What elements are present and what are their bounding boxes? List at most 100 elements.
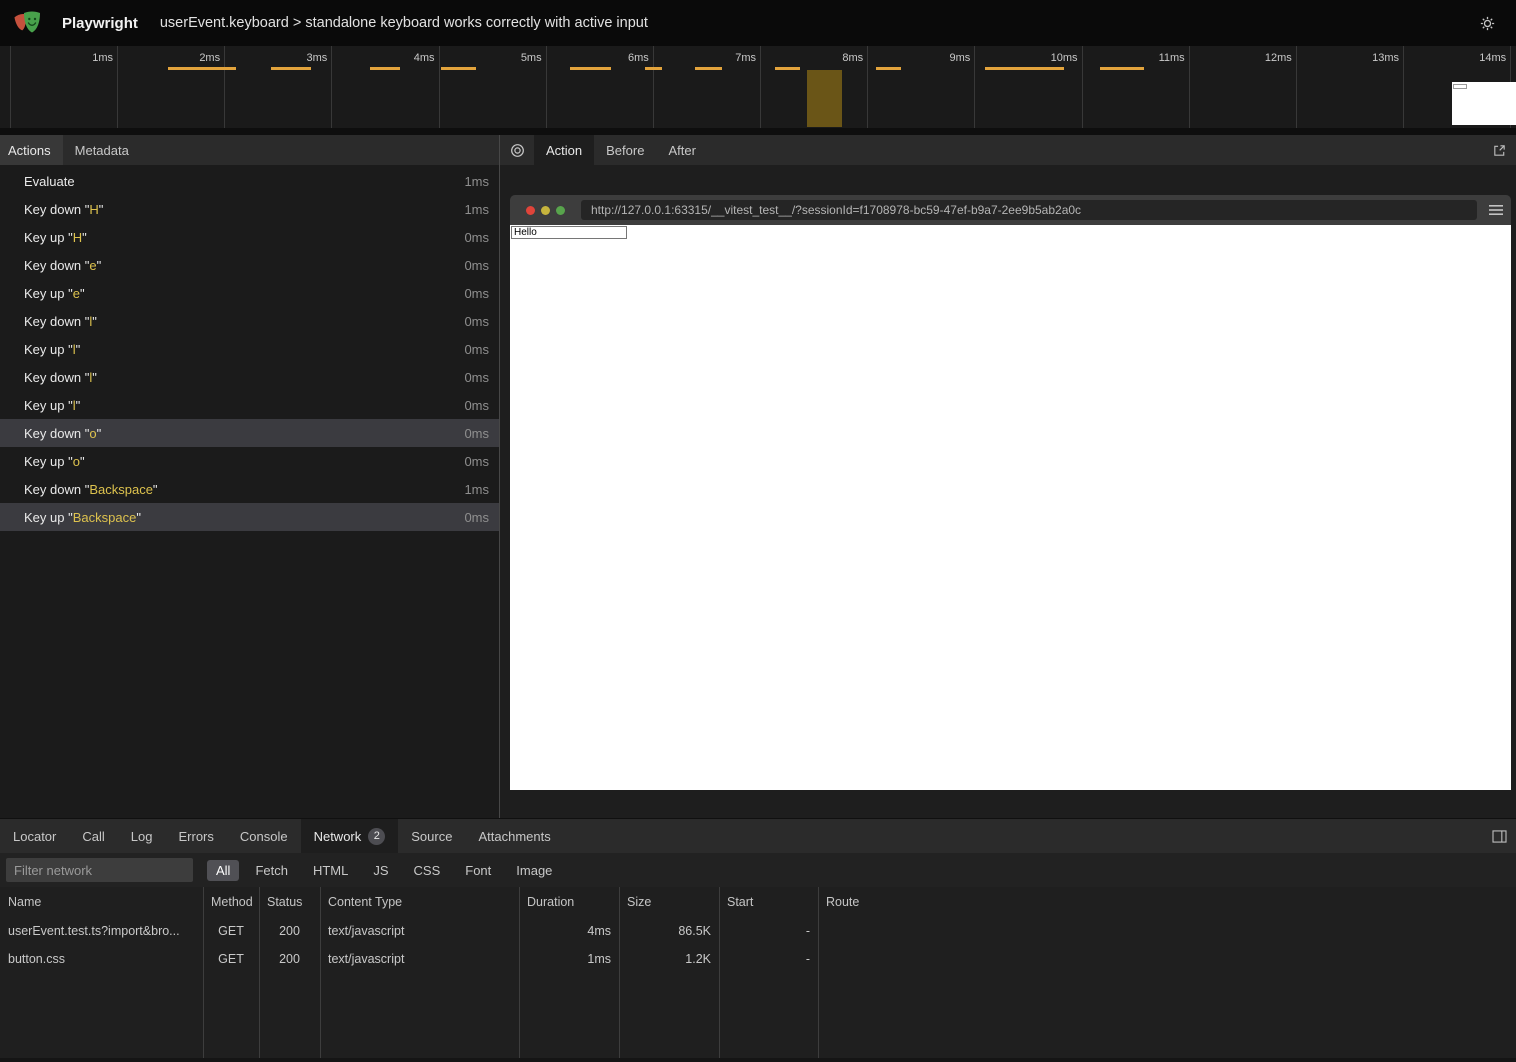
filter-chip-all[interactable]: All — [207, 860, 239, 881]
tab-label: Log — [131, 829, 153, 844]
action-key-value: H — [89, 202, 98, 217]
filter-chip-js[interactable]: JS — [364, 860, 397, 881]
timeline-tick-label: 14ms — [1446, 52, 1506, 64]
tab-network[interactable]: Network2 — [301, 819, 399, 853]
timeline-tick-label: 3ms — [267, 52, 327, 64]
cell-content-type: text/javascript — [320, 952, 519, 966]
cell-content-type: text/javascript — [320, 924, 519, 938]
tab-actions[interactable]: Actions — [0, 135, 63, 165]
split-view-icon[interactable] — [1482, 819, 1516, 853]
action-duration-marker — [645, 67, 662, 70]
action-row[interactable]: Key up "Backspace"0ms — [0, 503, 499, 531]
tab-label: Action — [546, 143, 582, 158]
column-header-name: Name — [0, 895, 203, 909]
tab-locator[interactable]: Locator — [0, 819, 69, 853]
action-duration-marker — [271, 67, 311, 70]
menu-icon — [1489, 204, 1503, 216]
timeline-tick-label: 6ms — [589, 52, 649, 64]
action-duration-marker — [876, 67, 901, 70]
bottom-tabbar-spacer — [564, 819, 1482, 853]
action-title: Key down "l" — [24, 370, 97, 385]
tab-metadata[interactable]: Metadata — [63, 135, 141, 165]
bottom-panel: LocatorCall Log ErrorsConsoleNetwork2 Sourc… — [0, 818, 1516, 1062]
traffic-light-red-icon — [526, 206, 535, 215]
tab-label: Network — [314, 829, 362, 844]
tab-attachments[interactable]: Attachments — [465, 819, 563, 853]
action-duration-marker — [168, 67, 236, 70]
timeline-gridline — [974, 46, 975, 128]
cell-start: - — [719, 952, 818, 966]
action-row[interactable]: Key up "o"0ms — [0, 447, 499, 475]
action-row[interactable]: Key up "l" 0ms — [0, 391, 499, 419]
gear-icon[interactable] — [1470, 14, 1504, 33]
action-key-value: l — [73, 342, 76, 357]
timeline-tick-label: 7ms — [696, 52, 756, 64]
tab-call[interactable]: Call — [69, 819, 117, 853]
table-bottom-strip — [0, 1058, 1516, 1062]
network-request-row[interactable]: button.cssGET200text/javascript1ms1.2K- — [0, 945, 1516, 973]
left-tabbar: Actions Metadata — [0, 135, 499, 165]
tab-log[interactable]: Log — [118, 819, 166, 853]
action-row[interactable]: Key up "l"0ms — [0, 335, 499, 363]
browser-chrome: http://127.0.0.1:63315/__vitest_test__/?… — [510, 195, 1511, 225]
timeline-tick-label: 10ms — [1018, 52, 1078, 64]
tab-label: Actions — [8, 143, 51, 158]
action-row[interactable]: Key down "H"1ms — [0, 195, 499, 223]
action-row[interactable]: Evaluate1ms — [0, 167, 499, 195]
action-duration: 0ms — [464, 510, 489, 525]
action-duration: 0ms — [464, 258, 489, 273]
action-duration-marker — [775, 67, 800, 70]
timeline-tick-label: 9ms — [910, 52, 970, 64]
open-external-icon[interactable] — [1482, 135, 1516, 165]
film-strip-thumbnail[interactable] — [1452, 82, 1516, 125]
action-row[interactable]: Key up "e"0ms — [0, 279, 499, 307]
tab-before[interactable]: Before — [594, 135, 656, 165]
text-input[interactable] — [511, 226, 627, 239]
tab-source[interactable]: Source — [398, 819, 465, 853]
timeline-gridline — [546, 46, 547, 128]
filter-chip-image[interactable]: Image — [507, 860, 561, 881]
timeline-gridline — [653, 46, 654, 128]
action-duration: 1ms — [464, 202, 489, 217]
traffic-light-yellow-icon — [541, 206, 550, 215]
action-key-value: l — [73, 398, 76, 413]
timeline-gridline — [760, 46, 761, 128]
action-row[interactable]: Key down "l"0ms — [0, 363, 499, 391]
cell-duration: 1ms — [519, 952, 619, 966]
filter-network-input[interactable] — [6, 858, 193, 882]
tab-errors[interactable]: Errors — [165, 819, 226, 853]
action-row[interactable]: Key down "o"0ms — [0, 419, 499, 447]
filter-chip-html[interactable]: HTML — [304, 860, 357, 881]
pick-locator-icon[interactable] — [500, 135, 534, 165]
action-row[interactable]: Key down "e"0ms — [0, 251, 499, 279]
test-title: userEvent.keyboard > standalone keyboard… — [160, 15, 648, 31]
playwright-logo-icon — [12, 8, 46, 38]
filter-chip-font[interactable]: Font — [456, 860, 500, 881]
action-duration: 0ms — [464, 426, 489, 441]
filter-chip-fetch[interactable]: Fetch — [246, 860, 297, 881]
page-url: http://127.0.0.1:63315/__vitest_test__/?… — [591, 203, 1081, 217]
timeline-tick-label: 5ms — [482, 52, 542, 64]
cell-size: 1.2K — [619, 952, 719, 966]
tab-label: Source — [411, 829, 452, 844]
action-row[interactable]: Key down "Backspace"1ms — [0, 475, 499, 503]
action-row[interactable]: Key down "l"0ms — [0, 307, 499, 335]
timeline-tick-label: 4ms — [375, 52, 435, 64]
tab-after[interactable]: After — [656, 135, 707, 165]
timeline-gridline — [1403, 46, 1404, 128]
bottom-tabbar: LocatorCall Log ErrorsConsoleNetwork2 Sourc… — [0, 819, 1516, 853]
action-title: Key up "l" — [24, 398, 80, 413]
action-duration: 0ms — [464, 230, 489, 245]
network-table: NameMethodStatusContent TypeDurationSize… — [0, 887, 1516, 1062]
tab-action[interactable]: Action — [534, 135, 594, 165]
action-row[interactable]: Key up "H"0ms — [0, 223, 499, 251]
tab-console[interactable]: Console — [227, 819, 301, 853]
network-request-row[interactable]: userEvent.test.ts?import&bro...GET200tex… — [0, 917, 1516, 945]
snapshot-tabs: Action BeforeAfter — [534, 135, 708, 165]
filter-chip-css[interactable]: CSS — [405, 860, 450, 881]
timeline-tick-label: 11ms — [1125, 52, 1185, 64]
action-title: Key up "o" — [24, 454, 85, 469]
action-duration: 0ms — [464, 398, 489, 413]
action-key-value: Backspace — [73, 510, 137, 525]
timeline[interactable]: 1ms2ms3ms4ms5ms6ms7ms8ms9ms10ms11ms12ms1… — [0, 46, 1516, 128]
